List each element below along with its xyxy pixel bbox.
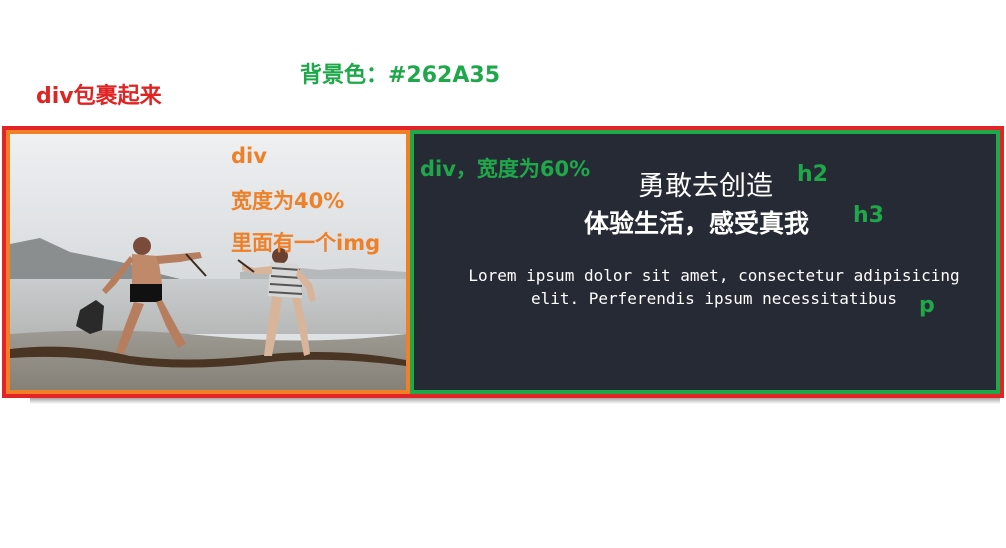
right-div-label: div，宽度为60% xyxy=(420,157,591,181)
paragraph: Lorem ipsum dolor sit amet, consectetur … xyxy=(468,266,960,308)
background-color-note: 背景色：#262A35 xyxy=(300,63,500,88)
p-tag-label: p xyxy=(919,293,935,318)
beach-photo xyxy=(10,134,406,390)
left-width-label: 宽度为40% xyxy=(231,189,345,213)
shadow-strip xyxy=(30,398,1000,404)
h2-tag-label: h2 xyxy=(797,162,828,187)
wrapper-note: div包裹起来 xyxy=(36,84,162,109)
left-div xyxy=(6,130,410,394)
h3-tag-label: h3 xyxy=(853,203,884,228)
sea xyxy=(10,279,406,334)
heading-h3: 体验生活，感受真我 xyxy=(584,209,810,238)
heading-h2: 勇敢去创造 xyxy=(638,171,773,202)
left-div-label: div xyxy=(231,144,267,168)
left-img-label: 里面有一个img xyxy=(231,231,381,255)
